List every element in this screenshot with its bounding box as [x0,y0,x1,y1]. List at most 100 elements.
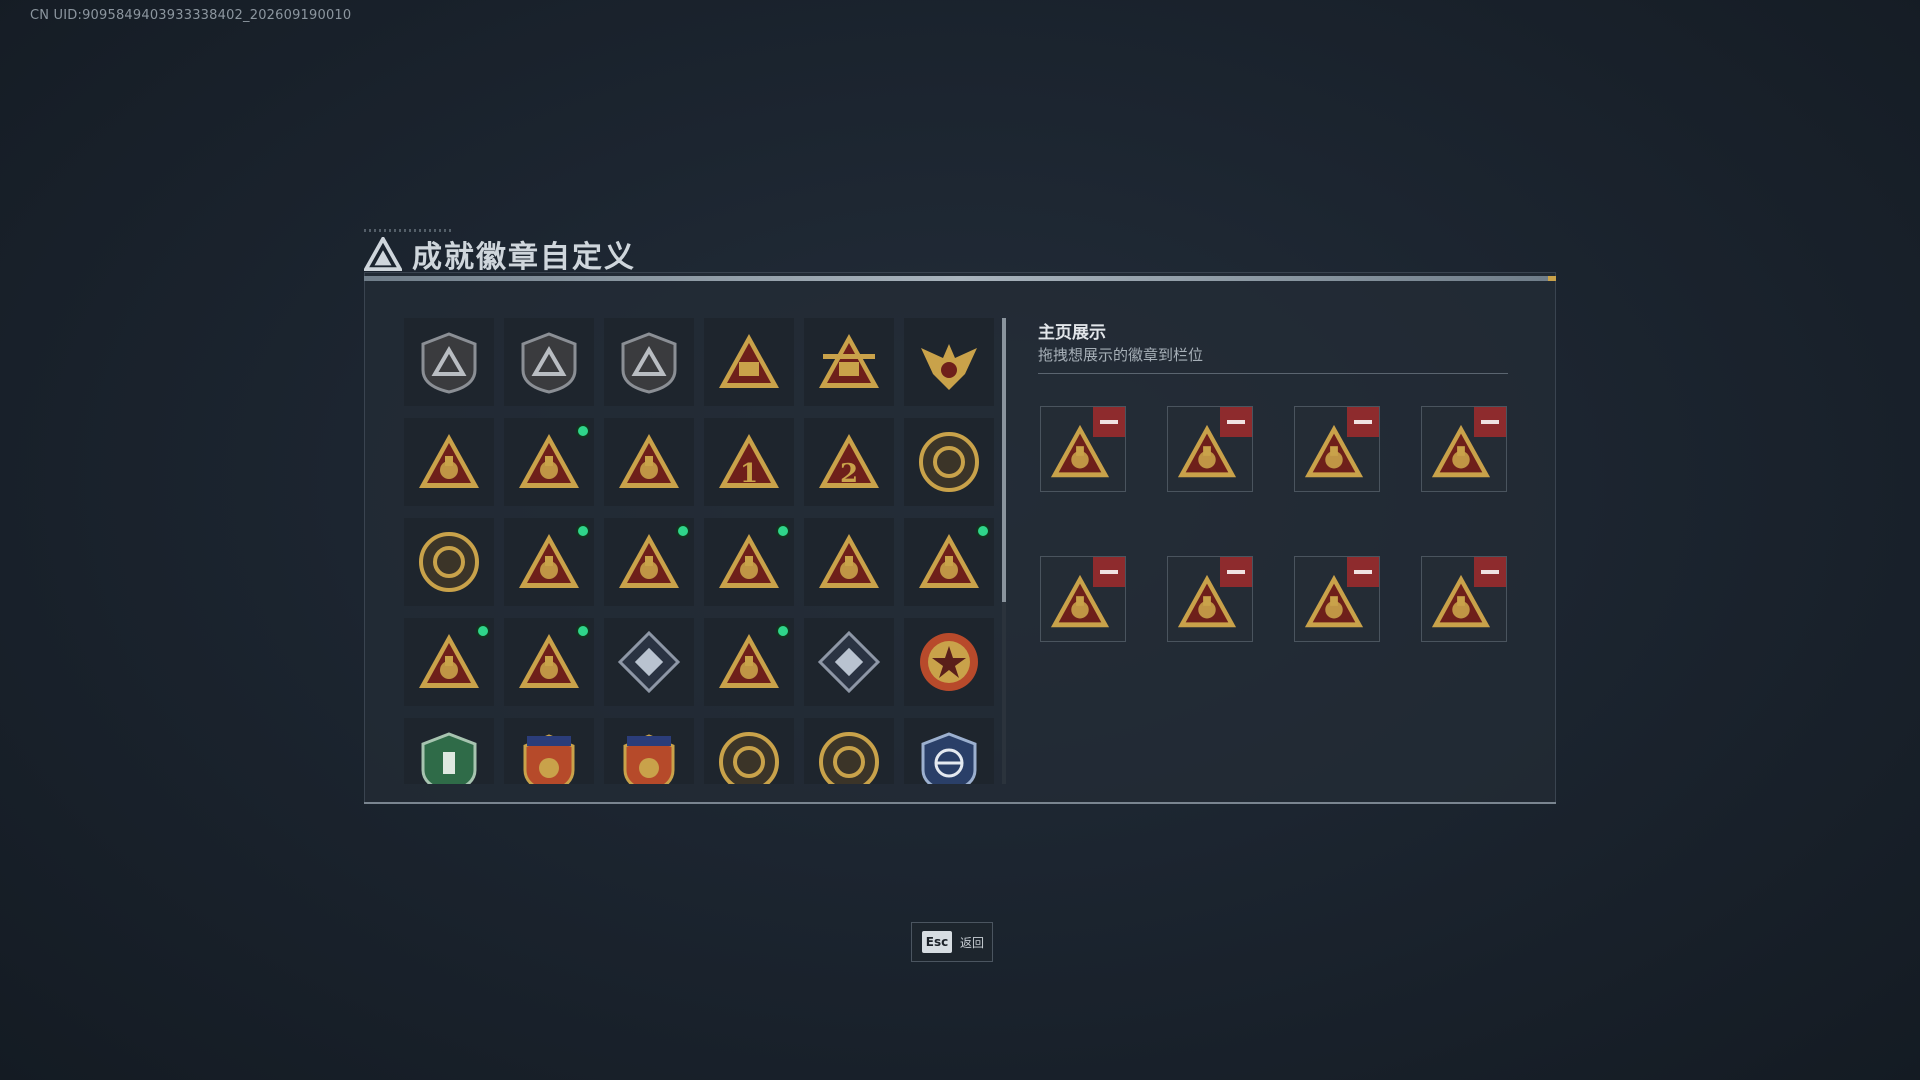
badge-cell[interactable]: 2 [804,418,894,506]
new-indicator-dot [576,424,590,438]
panel-top-bar [364,276,1556,281]
back-label: 返回 [960,935,985,950]
scrollbar-thumb[interactable] [1002,318,1006,602]
badge-cell[interactable] [404,618,494,706]
badge-cell[interactable] [504,518,594,606]
svg-text:2: 2 [840,459,858,489]
triangle-explosion-icon [919,534,979,588]
round-eye-icon [819,732,879,784]
badge-cell[interactable]: 1 [704,418,794,506]
showcase-slot[interactable] [1040,406,1126,492]
new-indicator-dot [976,524,990,538]
green-shield-icon [421,732,477,784]
badge-cell[interactable] [704,618,794,706]
minus-icon [1354,570,1372,574]
triangle-number-one-icon: 1 [719,434,779,489]
badge-cell[interactable] [604,518,694,606]
page-title: 成就徽章自定义 [412,240,636,275]
remove-badge-button[interactable] [1347,557,1379,587]
badge-cell[interactable] [604,418,694,506]
triangle-fish-icon [519,634,579,688]
badge-cell[interactable] [604,318,694,406]
badge-cell[interactable] [804,318,894,406]
minus-icon [1227,420,1245,424]
back-button[interactable]: Esc 返回 [911,922,993,962]
remove-badge-button[interactable] [1220,407,1252,437]
star-roundel-icon [920,633,978,691]
badge-cell[interactable] [604,618,694,706]
showcase-slot[interactable] [1294,406,1380,492]
badge-cell[interactable] [504,418,594,506]
badge-cell[interactable] [404,318,494,406]
new-indicator-dot [676,524,690,538]
round-swirl-icon [719,732,779,784]
remove-badge-button[interactable] [1093,557,1125,587]
remove-badge-button[interactable] [1220,557,1252,587]
badge-cell[interactable] [904,318,994,406]
triangle-diver-icon [719,634,779,688]
remove-badge-button[interactable] [1347,407,1379,437]
esc-key: Esc [922,931,952,953]
triangle-dice-icon [719,534,779,588]
round-helmet-icon [419,532,479,592]
showcase-slot[interactable] [1421,406,1507,492]
badge-cell[interactable] [604,718,694,784]
badge-cell[interactable] [804,518,894,606]
showcase-divider [1038,373,1508,374]
new-indicator-dot [576,624,590,638]
showcase-slot[interactable] [1421,556,1507,642]
showcase-slot[interactable] [1167,556,1253,642]
badge-cell[interactable] [904,418,994,506]
minus-icon [1481,570,1499,574]
blue-star-crest-icon [523,734,575,784]
triangle-bowl-icon [519,434,579,488]
shield-helicopter-icon [521,332,577,394]
badge-cell[interactable] [804,718,894,784]
badge-cell[interactable] [404,718,494,784]
target-shield-icon [921,732,977,784]
minus-icon [1354,420,1372,424]
triangle-hand-icon [419,434,479,488]
triangle-number-two-icon: 2 [819,434,879,489]
badge-cell[interactable] [504,318,594,406]
badge-cell[interactable] [704,718,794,784]
showcase-title: 主页展示 [1038,323,1106,343]
remove-badge-button[interactable] [1474,557,1506,587]
badge-cell[interactable] [404,418,494,506]
triangle-soldier-icon [619,434,679,488]
round-wreath-icon [919,432,979,492]
showcase-slot[interactable] [1294,556,1380,642]
showcase-slot[interactable] [1040,556,1126,642]
badge-cell[interactable] [904,518,994,606]
shield-emblem-icon [421,332,477,394]
badge-cell[interactable] [804,618,894,706]
badge-cell[interactable] [704,318,794,406]
badge-cell[interactable] [504,718,594,784]
blue-star-crest-2-icon [623,734,675,784]
remove-badge-button[interactable] [1093,407,1125,437]
new-indicator-dot [776,624,790,638]
remove-badge-button[interactable] [1474,407,1506,437]
badge-scrollbar[interactable] [1002,318,1006,784]
uid-text: CN UID:9095849403933338402_202609190010 [30,8,352,23]
badge-grid: 12 [404,318,998,784]
new-indicator-dot [476,624,490,638]
badge-collection[interactable]: 12 [404,318,998,784]
minus-icon [1481,420,1499,424]
badge-cell[interactable] [904,718,994,784]
triangle-sb-icon [719,334,779,388]
minus-icon [1227,570,1245,574]
eagle-crest-icon [921,344,977,390]
badge-cell[interactable] [904,618,994,706]
triangle-logo-icon [364,237,402,271]
badge-cell[interactable] [404,518,494,606]
badge-cell[interactable] [704,518,794,606]
showcase-slot[interactable] [1167,406,1253,492]
new-indicator-dot [576,524,590,538]
minus-icon [1100,420,1118,424]
shield-diamond-icon [621,332,677,394]
minus-icon [1100,570,1118,574]
showcase-subtitle: 拖拽想展示的徽章到栏位 [1038,346,1204,364]
title-bar: 成就徽章自定义 [364,234,636,275]
badge-cell[interactable] [504,618,594,706]
